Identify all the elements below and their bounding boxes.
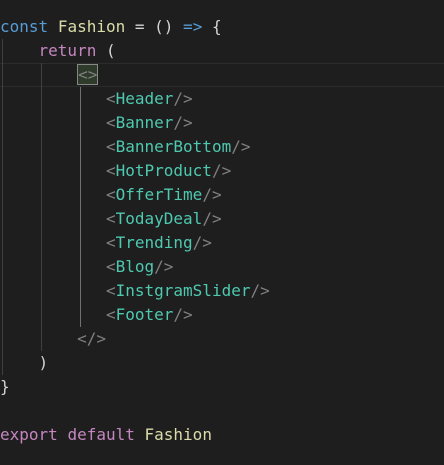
tag-open-bracket: < [105, 233, 116, 252]
tag-self-close: /> [202, 209, 222, 228]
jsx-component-line[interactable]: <Trending/> [0, 231, 444, 255]
arrow-operator: => [173, 17, 212, 36]
tag-self-close: /> [231, 137, 251, 156]
jsx-component-line[interactable]: <Footer/> [0, 303, 444, 327]
code-line-18[interactable]: export default Fashion [0, 423, 444, 447]
jsx-component-line[interactable]: <Blog/> [0, 255, 444, 279]
tag-open-bracket: < [105, 185, 116, 204]
tag-open-bracket: < [105, 89, 116, 108]
open-paren: ( [105, 41, 116, 60]
code-line-14[interactable]: </> [0, 327, 444, 351]
tag-open-bracket: < [105, 257, 116, 276]
tag-self-close: /> [154, 257, 174, 276]
jsx-component-line[interactable]: <TodayDeal/> [0, 207, 444, 231]
assign-operator: = [125, 17, 155, 36]
tag-open-bracket: < [105, 137, 116, 156]
tag-open-bracket: < [105, 113, 116, 132]
code-line-15[interactable]: ) [0, 351, 444, 375]
code-line-16[interactable]: } [0, 375, 444, 399]
tag-self-close: /> [202, 185, 222, 204]
component-tag-name: TodayDeal [115, 209, 203, 228]
close-paren: ) [38, 353, 49, 372]
code-line-1[interactable]: const Fashion = () => { [0, 15, 444, 39]
component-tag-name: InstgramSlider [115, 281, 251, 300]
component-tag-name: BannerBottom [115, 137, 232, 156]
component-tag-name: Footer [115, 305, 174, 324]
default-keyword: default [67, 425, 135, 444]
tag-self-close: /> [173, 89, 193, 108]
tag-self-close: /> [173, 113, 193, 132]
params-parens: () [154, 17, 174, 36]
jsx-component-line[interactable]: <Banner/> [0, 111, 444, 135]
component-name: Fashion [57, 17, 126, 36]
tag-self-close: /> [211, 161, 232, 180]
code-line-3[interactable]: <> [0, 63, 444, 87]
component-tag-name: Header [115, 89, 174, 108]
component-tag-name: Trending [115, 233, 193, 252]
code-editor[interactable]: const Fashion = () => { return ( <> <Hea… [0, 0, 444, 465]
tag-open-bracket: < [105, 161, 116, 180]
tag-self-close: /> [250, 281, 270, 300]
tag-self-close: /> [192, 233, 212, 252]
jsx-component-line[interactable]: <Header/> [0, 87, 444, 111]
component-tag-name: Banner [115, 113, 174, 132]
tag-open-bracket: < [105, 209, 116, 228]
jsx-component-line[interactable]: <OfferTime/> [0, 183, 444, 207]
code-line-2[interactable]: return ( [0, 39, 444, 63]
fragment-open-tag: <> [77, 64, 99, 85]
component-tag-name: HotProduct [115, 161, 212, 180]
open-brace: { [211, 17, 222, 36]
jsx-component-line[interactable]: <InstgramSlider/> [0, 279, 444, 303]
component-tag-name: Blog [115, 257, 155, 276]
exported-name: Fashion [144, 425, 212, 444]
tag-open-bracket: < [105, 305, 116, 324]
tag-open-bracket: < [105, 281, 116, 300]
component-tag-name: OfferTime [115, 185, 203, 204]
close-brace: } [0, 377, 10, 396]
jsx-component-line[interactable]: <HotProduct/> [0, 159, 444, 183]
const-keyword: const [0, 17, 49, 36]
fragment-close-tag: </> [77, 329, 106, 348]
jsx-component-line[interactable]: <BannerBottom/> [0, 135, 444, 159]
export-keyword: export [0, 425, 58, 444]
return-keyword: return [38, 41, 97, 60]
tag-self-close: /> [173, 305, 193, 324]
